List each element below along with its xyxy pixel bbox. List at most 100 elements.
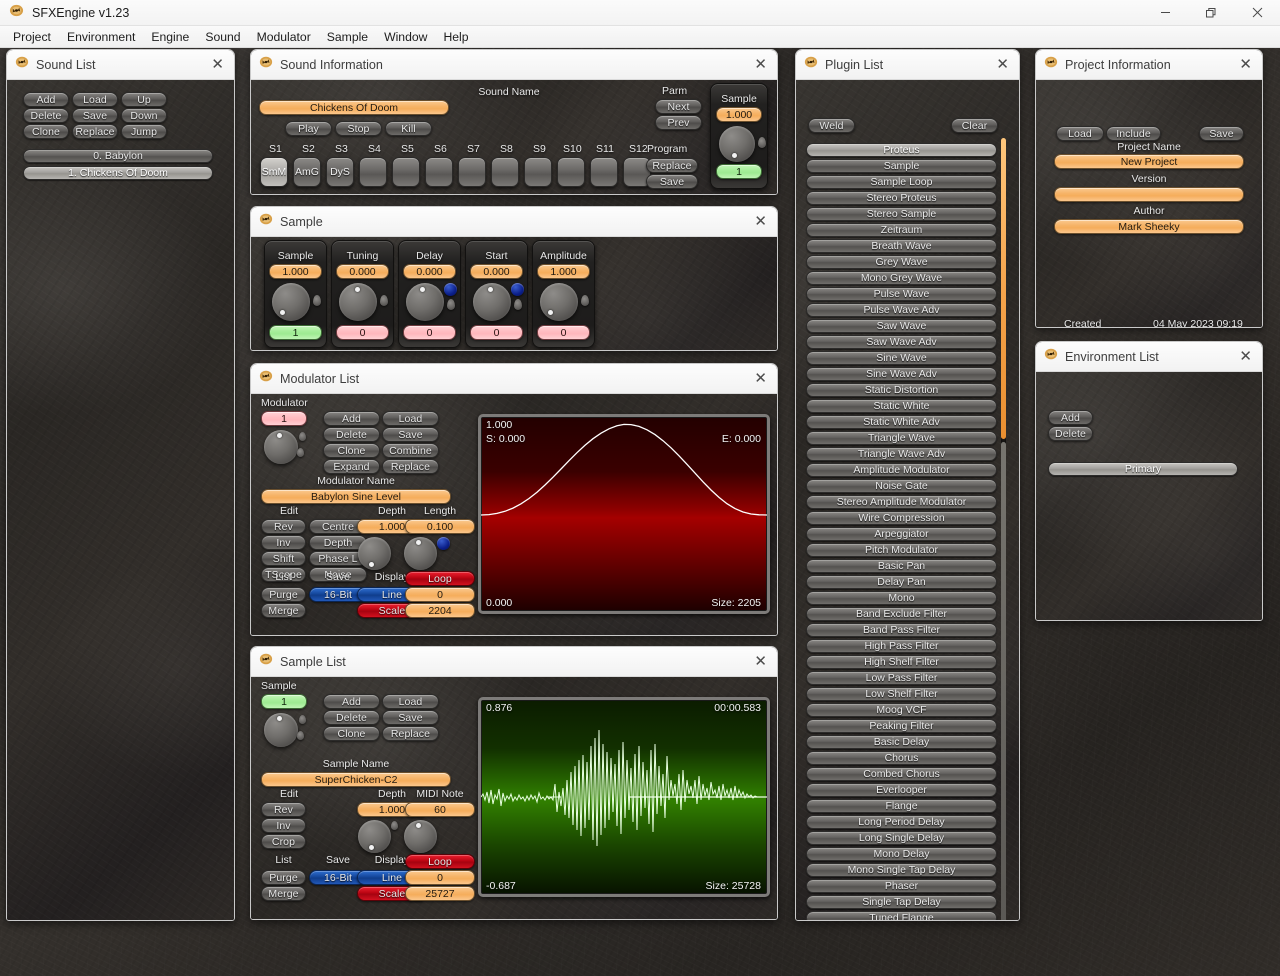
- menu-environment[interactable]: Environment: [59, 28, 143, 46]
- sample-knob-handle-2[interactable]: [297, 731, 304, 740]
- plugin-clear-button[interactable]: Clear: [951, 118, 998, 133]
- modulator-merge-button[interactable]: Merge: [261, 603, 306, 618]
- project-name-field[interactable]: New Project: [1054, 154, 1244, 169]
- plugin-list-item[interactable]: Stereo Amplitude Modulator: [806, 495, 997, 509]
- knob-modulation-enable-delay[interactable]: [444, 283, 457, 296]
- close-icon[interactable]: ✕: [754, 371, 767, 386]
- plugin-scrollbar-remainder[interactable]: [1001, 442, 1006, 920]
- knob-modulation-handle-tuning[interactable]: [380, 295, 388, 306]
- knob-index-tuning[interactable]: 0: [336, 325, 389, 340]
- menu-sound[interactable]: Sound: [197, 28, 248, 46]
- slot-button-s9[interactable]: [524, 157, 552, 187]
- modulator-rev-button[interactable]: Rev: [261, 519, 306, 534]
- slot-button-s5[interactable]: [392, 157, 420, 187]
- menu-engine[interactable]: Engine: [143, 28, 197, 46]
- modulator-length-knob[interactable]: [404, 537, 437, 570]
- parm-next-button[interactable]: Next: [655, 99, 702, 114]
- plugin-list-item[interactable]: High Pass Filter: [806, 639, 997, 653]
- sound-down-button[interactable]: Down: [121, 108, 167, 123]
- sample-knob[interactable]: [719, 126, 755, 162]
- sample-replace-button[interactable]: Replace: [382, 726, 439, 741]
- environment-add-button[interactable]: Add: [1048, 410, 1093, 425]
- close-icon[interactable]: ✕: [1239, 57, 1252, 72]
- sample-knob-index[interactable]: 1: [716, 164, 762, 179]
- sample-rev-button[interactable]: Rev: [261, 802, 306, 817]
- sound-up-button[interactable]: Up: [121, 92, 167, 107]
- plugin-list-item[interactable]: Single Tap Delay: [806, 895, 997, 909]
- close-icon[interactable]: ✕: [996, 57, 1009, 72]
- knob-modulation-handle-start[interactable]: [514, 299, 522, 310]
- plugin-list-item[interactable]: Band Pass Filter: [806, 623, 997, 637]
- plugin-list-item[interactable]: Mono: [806, 591, 997, 605]
- plugin-list-item[interactable]: Mono Single Tap Delay: [806, 863, 997, 877]
- sound-load-button[interactable]: Load: [72, 92, 118, 107]
- close-button[interactable]: [1234, 0, 1280, 26]
- plugin-list-item[interactable]: Long Period Delay: [806, 815, 997, 829]
- plugin-list-item[interactable]: Basic Pan: [806, 559, 997, 573]
- slot-button-s7[interactable]: [458, 157, 486, 187]
- plugin-list-item[interactable]: Tuned Flange: [806, 911, 997, 920]
- sound-clone-button[interactable]: Clone: [23, 124, 69, 139]
- slot-button-s11[interactable]: [590, 157, 618, 187]
- knob-value-start[interactable]: 0.000: [470, 264, 523, 279]
- plugin-list-item[interactable]: Moog VCF: [806, 703, 997, 717]
- plugin-list-item[interactable]: Combed Chorus: [806, 767, 997, 781]
- sound-jump-button[interactable]: Jump: [121, 124, 167, 139]
- project-include-button[interactable]: Include: [1106, 126, 1161, 141]
- sample-offset-field[interactable]: 0: [405, 870, 475, 885]
- plugin-list-item[interactable]: Sample: [806, 159, 997, 173]
- slot-button-s1[interactable]: SmM: [260, 157, 288, 187]
- plugin-list-item[interactable]: Triangle Wave: [806, 431, 997, 445]
- slot-button-s10[interactable]: [557, 157, 585, 187]
- modulator-name-field[interactable]: Babylon Sine Level: [261, 489, 451, 504]
- slot-button-s3[interactable]: DyS: [326, 157, 354, 187]
- sample-load-button[interactable]: Load: [382, 694, 439, 709]
- knob-value-sample[interactable]: 1.000: [269, 264, 322, 279]
- sample-size-field[interactable]: 25727: [405, 886, 475, 901]
- menu-project[interactable]: Project: [5, 28, 59, 46]
- plugin-list-item[interactable]: Static White Adv: [806, 415, 997, 429]
- sound-delete-button[interactable]: Delete: [23, 108, 69, 123]
- plugin-list-item[interactable]: Stereo Sample: [806, 207, 997, 221]
- plugin-list-item[interactable]: Low Pass Filter: [806, 671, 997, 685]
- modulator-save-button[interactable]: Save: [382, 427, 439, 442]
- modulator-offset-field[interactable]: 0: [405, 587, 475, 602]
- modulator-clone-button[interactable]: Clone: [323, 443, 380, 458]
- plugin-list-item[interactable]: Low Shelf Filter: [806, 687, 997, 701]
- sample-clone-button[interactable]: Clone: [323, 726, 380, 741]
- parm-prev-button[interactable]: Prev: [655, 115, 702, 130]
- modulator-purge-button[interactable]: Purge: [261, 587, 306, 602]
- modulator-length-field[interactable]: 0.100: [405, 519, 475, 534]
- sample-depth-knob-handle[interactable]: [391, 821, 398, 830]
- knob-modulation-handle[interactable]: [758, 137, 766, 148]
- plugin-list-item[interactable]: Sine Wave Adv: [806, 367, 997, 381]
- plugin-list-item[interactable]: Wire Compression: [806, 511, 997, 525]
- knob-value-delay[interactable]: 0.000: [403, 264, 456, 279]
- sample-waveform-graph[interactable]: 0.876 00:00.583 -0.687 Size: 25728: [478, 697, 770, 897]
- plugin-list-item[interactable]: Grey Wave: [806, 255, 997, 269]
- plugin-list-item[interactable]: Pulse Wave Adv: [806, 303, 997, 317]
- list-item[interactable]: 0. Babylon: [23, 149, 213, 163]
- plugin-list-item[interactable]: Pulse Wave: [806, 287, 997, 301]
- modulator-depth-knob[interactable]: [358, 537, 391, 570]
- sample-loop-button[interactable]: Loop: [405, 854, 475, 869]
- modulator-size-field[interactable]: 2204: [405, 603, 475, 618]
- close-icon[interactable]: ✕: [754, 214, 767, 229]
- play-button[interactable]: Play: [285, 121, 332, 136]
- plugin-list-item[interactable]: Long Single Delay: [806, 831, 997, 845]
- plugin-list-item[interactable]: Sample Loop: [806, 175, 997, 189]
- modulator-loop-button[interactable]: Loop: [405, 571, 475, 586]
- sample-delete-button[interactable]: Delete: [323, 710, 380, 725]
- program-replace-button[interactable]: Replace: [646, 158, 698, 173]
- sound-name-field[interactable]: Chickens Of Doom: [259, 100, 449, 115]
- sample-name-field[interactable]: SuperChicken-C2: [261, 772, 451, 787]
- plugin-list-item[interactable]: Breath Wave: [806, 239, 997, 253]
- close-icon[interactable]: ✕: [211, 57, 224, 72]
- slot-button-s4[interactable]: [359, 157, 387, 187]
- modulator-graph[interactable]: 1.000 S: 0.000 E: 0.000 0.000 Size: 2205: [478, 414, 770, 614]
- slot-button-s2[interactable]: AmG: [293, 157, 321, 187]
- sample-crop-button[interactable]: Crop: [261, 834, 306, 849]
- knob-modulation-handle-amplitude[interactable]: [581, 295, 589, 306]
- project-save-button[interactable]: Save: [1199, 126, 1244, 141]
- plugin-list-item[interactable]: Everlooper: [806, 783, 997, 797]
